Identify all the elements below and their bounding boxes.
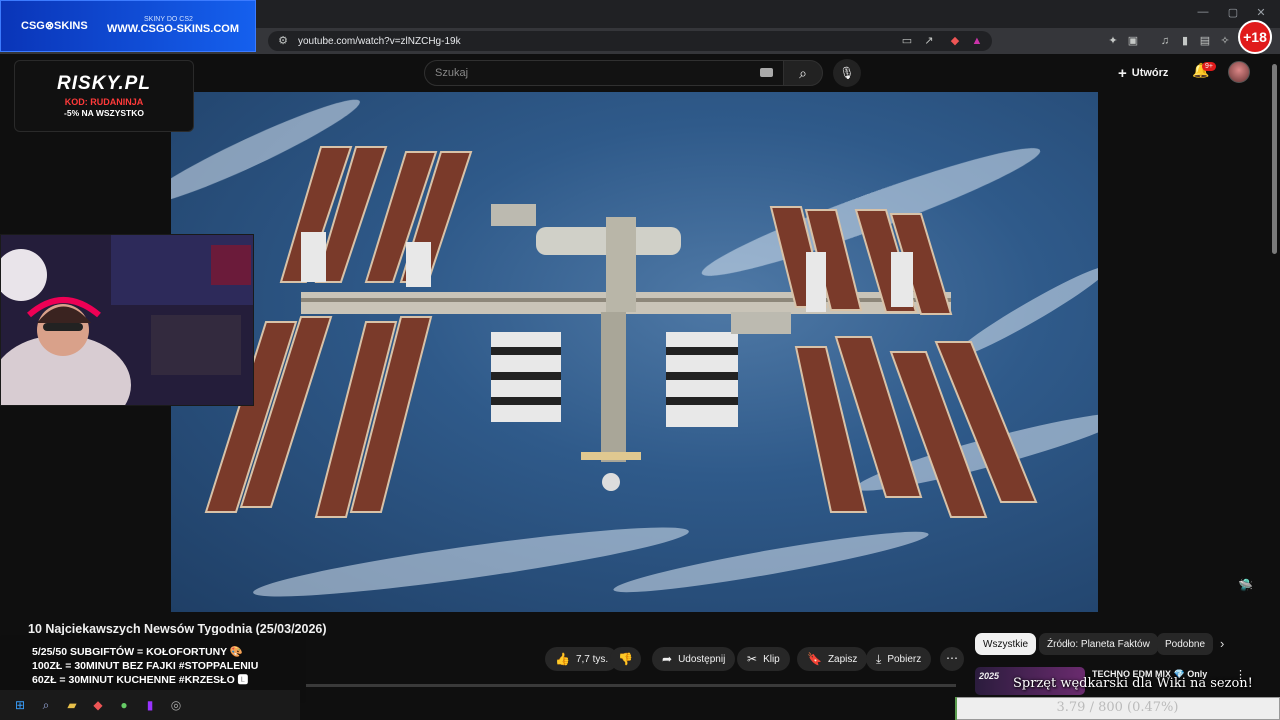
maximize-icon[interactable]: ▢ — [1226, 6, 1240, 19]
share-page-icon[interactable]: ↗ — [922, 34, 936, 48]
scissors-icon: ✂ — [747, 652, 758, 666]
create-button[interactable]: + Utwórz — [1118, 62, 1168, 84]
stream-info-line: 100ZŁ = 30MINUT BEZ FAJKI #STOPPALENIU — [32, 660, 259, 672]
rewards-icon[interactable]: ▲ — [970, 34, 984, 48]
share-label: Udostępnij — [678, 653, 726, 665]
banner-tagline: SKINY DO CS2 — [144, 16, 193, 23]
screenshot-icon[interactable]: ▣ — [1126, 34, 1140, 48]
dislike-button[interactable]: 👎 — [610, 647, 641, 671]
video-title: 10 Najciekawszych Newsów Tygodnia (25/03… — [28, 622, 327, 636]
streamer-webcam-image — [1, 235, 253, 405]
adult-badge: +18 — [1238, 20, 1272, 54]
clip-button[interactable]: ✂ Klip — [737, 647, 790, 671]
chip-similar[interactable]: Podobne — [1157, 633, 1214, 655]
scrollbar-thumb[interactable] — [1272, 64, 1277, 254]
space-station-image — [171, 99, 1098, 597]
stream-info-line: 5/25/50 SUBGIFTÓW = KOŁOFORTUNY 🎨 — [32, 646, 243, 658]
share-icon: ➦ — [662, 652, 673, 666]
csgo-skins-banner: CSG⊗SKINS SKINY DO CS2 WWW.CSGO-SKINS.CO… — [0, 0, 256, 52]
risky-brand: RISKY.PL — [57, 73, 151, 94]
twitch-icon[interactable]: ▮ — [142, 697, 158, 713]
risky-promo: -5% NA WSZYSTKO — [64, 108, 144, 118]
share-button[interactable]: ➦ Udostępnij — [652, 647, 736, 671]
stream-info-line: 60ZŁ = 30MINUT KUCHENNE #KRZESŁO 🅻 — [32, 674, 249, 686]
subgoal-progress-text: 3.79 / 800 (0.47%) — [1056, 700, 1179, 715]
like-button[interactable]: 👍 7,7 tys. — [545, 647, 619, 671]
sidebar-icon[interactable]: ▮ — [1178, 34, 1192, 48]
video-player[interactable] — [171, 92, 1098, 612]
save-label: Zapisz — [827, 653, 858, 665]
webcam-overlay — [0, 234, 254, 406]
site-settings-icon[interactable]: ⚙ — [276, 34, 290, 48]
banner-site: WWW.CSGO-SKINS.COM — [107, 23, 239, 35]
brave-browser-icon[interactable]: ◆ — [90, 697, 106, 713]
search-button[interactable]: ⌕ — [783, 60, 823, 86]
more-actions-button[interactable]: ⋯ — [940, 647, 964, 671]
notifications-badge: 9+ — [1202, 62, 1216, 71]
thumbs-up-icon: 👍 — [555, 652, 570, 666]
url-text: youtube.com/watch?v=zlNZCHg-19k — [298, 35, 461, 47]
stream-goal-text: Sprzęt wędkarski dla Wiki na sezon! — [1013, 676, 1253, 691]
chip-all[interactable]: Wszystkie — [975, 633, 1036, 655]
create-label: Utwórz — [1131, 67, 1169, 79]
chevron-right-icon[interactable]: › — [1220, 636, 1224, 651]
extensions-icon[interactable]: ✦ — [1106, 34, 1120, 48]
obs-icon[interactable]: ◎ — [168, 697, 184, 713]
search-input[interactable]: Szukaj — [424, 60, 784, 86]
download-icon: ⤓ — [876, 651, 882, 666]
wallet-icon[interactable]: ▤ — [1198, 34, 1212, 48]
avatar[interactable] — [1228, 61, 1250, 83]
chip-source[interactable]: Źródło: Planeta Faktów — [1039, 633, 1158, 655]
more-dots-icon: ⋯ — [946, 651, 958, 665]
bookmark-icon: 🔖 — [807, 652, 822, 666]
keyboard-icon[interactable] — [760, 68, 773, 77]
discord-icon[interactable]: ● — [116, 697, 132, 713]
thumbs-down-icon: 👎 — [618, 652, 633, 666]
search-icon[interactable]: ⌕ — [38, 697, 54, 713]
search-icon: ⌕ — [799, 65, 807, 81]
csgo-skins-logo: CSG⊗SKINS — [21, 20, 88, 32]
ai-assistant-icon[interactable]: ✧ — [1218, 34, 1232, 48]
cast-icon[interactable]: ▭ — [900, 34, 914, 48]
url-field[interactable]: ⚙ youtube.com/watch?v=zlNZCHg-19k — [268, 31, 992, 51]
save-button[interactable]: 🔖 Zapisz — [797, 647, 868, 671]
microphone-icon: 🎙 — [839, 66, 855, 80]
file-explorer-icon[interactable]: ▰ — [64, 697, 80, 713]
risky-code: KOD: RUDANINJA — [64, 97, 144, 107]
plus-icon: + — [1118, 64, 1127, 82]
media-icon[interactable]: ♫ — [1158, 34, 1172, 48]
minimize-icon[interactable]: — — [1196, 6, 1210, 18]
search-placeholder: Szukaj — [435, 67, 469, 79]
voice-search-button[interactable]: 🎙 — [833, 59, 861, 87]
page-divider — [306, 684, 956, 687]
satellite-icon: 🛸 — [1238, 578, 1253, 592]
like-count: 7,7 tys. — [575, 653, 609, 665]
download-button[interactable]: ⤓ Pobierz — [866, 647, 932, 671]
download-label: Pobierz — [887, 653, 922, 665]
clip-label: Klip — [763, 653, 780, 665]
brave-shield-icon[interactable]: ◆ — [948, 34, 962, 48]
close-window-icon[interactable]: ✕ — [1254, 6, 1268, 19]
os-taskbar: ⊞ ⌕ ▰ ◆ ● ▮ ◎ — [0, 690, 300, 720]
risky-pl-overlay: RISKY.PL KOD: RUDANINJA -5% NA WSZYSTKO — [14, 60, 194, 132]
thumbnail-label: 2025 — [979, 671, 1000, 681]
windows-start-icon[interactable]: ⊞ — [12, 697, 28, 713]
